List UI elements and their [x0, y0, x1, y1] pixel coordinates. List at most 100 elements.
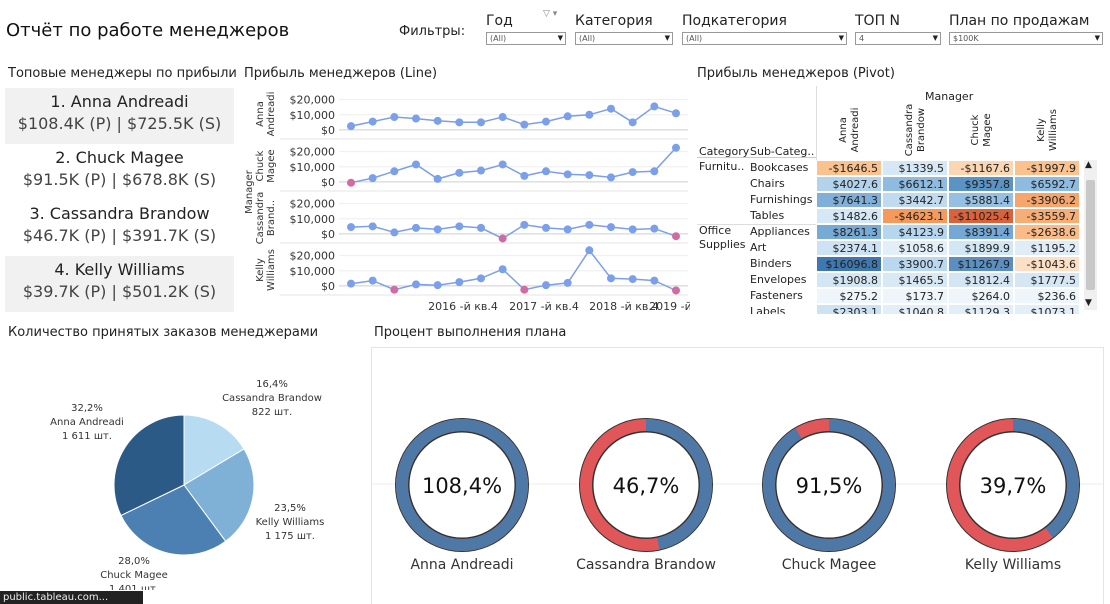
pivot-cell[interactable]: -$1167.6 — [948, 160, 1014, 176]
subcategory-label: Bookcases — [750, 161, 809, 174]
pivot-cell[interactable]: $173.7 — [882, 288, 948, 304]
data-point — [390, 228, 399, 237]
pivot-scroll-thumb[interactable] — [1086, 180, 1095, 290]
pivot-cell[interactable]: $236.6 — [1014, 288, 1080, 304]
top-managers-title: Топовые менеджеры по прибыли — [8, 66, 237, 81]
manager-values: $108.4K (P) | $725.5K (S) — [17, 114, 222, 133]
filter-category-label: Категория — [575, 13, 653, 29]
pivot-cell[interactable]: $16096.8 — [816, 256, 882, 272]
filter-subcategory-select[interactable]: (All) ▼ — [682, 32, 847, 45]
scroll-up-icon[interactable]: ▲ — [1085, 160, 1092, 170]
pivot-cell[interactable]: -$1997.9 — [1014, 160, 1080, 176]
data-point — [563, 112, 572, 121]
data-point — [672, 232, 680, 241]
pivot-cell[interactable]: $1195.2 — [1014, 240, 1080, 256]
filter-topn-label: ТОП N — [855, 13, 901, 29]
pivot-cell[interactable]: $275.2 — [816, 288, 882, 304]
data-point — [520, 285, 529, 294]
pivot-cell[interactable]: -$2638.6 — [1014, 224, 1080, 240]
pivot-cell[interactable]: $1899.9 — [948, 240, 1014, 256]
pivot-cell[interactable]: $2374.1 — [816, 240, 882, 256]
filter-topn-select[interactable]: 4 ▼ — [855, 32, 941, 45]
pivot-cell[interactable]: $6612.1 — [882, 176, 948, 192]
pivot-cell[interactable]: -$1646.5 — [816, 160, 882, 176]
pivot-cell[interactable]: -$1043.6 — [1014, 256, 1080, 272]
pie-label: 822 шт. — [252, 407, 292, 418]
data-point — [433, 174, 442, 183]
row-label: AnnaAndreadi — [255, 92, 277, 137]
data-point — [607, 104, 615, 113]
data-point — [542, 223, 550, 232]
filter-category-select[interactable]: (All) ▼ — [575, 32, 673, 45]
pivot-cell[interactable]: $1482.6 — [816, 208, 882, 224]
column-header-line: Anna — [838, 117, 849, 143]
filters-label: Фильтры: — [399, 24, 466, 39]
pivot-cell[interactable]: -$3559.7 — [1014, 208, 1080, 224]
column-header-line: Williams — [1048, 109, 1059, 151]
manager-card: 3. Cassandra Brandow $46.7K (P) | $391.7… — [5, 200, 234, 256]
pivot-cell[interactable]: $1908.8 — [816, 272, 882, 288]
subcategory-label: Chairs — [750, 177, 785, 190]
data-point — [607, 223, 615, 232]
pivot-cell[interactable]: $1058.6 — [882, 240, 948, 256]
data-point — [368, 117, 377, 126]
pivot-table[interactable]: Manager Anna Andreadi Cassandra Brandow Chuck… — [697, 86, 1097, 314]
line-chart[interactable]: Manager AnnaAndreadi $20,000 $10,000 $0 Chuck… — [240, 84, 690, 314]
pie-label: Chuck Magee — [100, 570, 168, 581]
subcategory-label: Art — [750, 241, 767, 254]
data-point — [628, 118, 637, 127]
pivot-cell[interactable]: $1040.8 — [882, 304, 948, 314]
pivot-cell[interactable]: $1073.1 — [1014, 304, 1080, 314]
filter-plan-label: План по продажам — [949, 13, 1090, 29]
pie-label: Kelly Williams — [256, 517, 325, 528]
pivot-cell[interactable]: $4027.6 — [816, 176, 882, 192]
data-point — [433, 281, 442, 290]
row-label-line: Williams — [266, 249, 277, 291]
filter-year-label: Год — [486, 13, 513, 29]
gauge-name: Cassandra Brandow — [576, 557, 716, 573]
data-point — [477, 118, 485, 127]
pivot-cell[interactable]: $1339.5 — [882, 160, 948, 176]
pivot-cell[interactable]: $6592.7 — [1014, 176, 1080, 192]
column-header-line: Magee — [982, 113, 993, 147]
pivot-cell[interactable]: $2303.1 — [816, 304, 882, 314]
pivot-cell[interactable]: -$11025.4 — [948, 208, 1014, 224]
pivot-cell[interactable]: $5881.4 — [948, 192, 1014, 208]
pivot-cell[interactable]: -$4623.1 — [882, 208, 948, 224]
pivot-cell[interactable]: $1129.3 — [948, 304, 1014, 314]
pivot-cell[interactable]: $3442.7 — [882, 192, 948, 208]
header-rule — [697, 157, 816, 158]
row-label-line: Brand.. — [266, 200, 277, 236]
data-point — [585, 110, 594, 119]
pivot-cell[interactable]: $8261.3 — [816, 224, 882, 240]
pivot-cell[interactable]: $1777.5 — [1014, 272, 1080, 288]
data-point — [390, 113, 399, 122]
manager-values: $39.7K (P) | $501.2K (S) — [22, 282, 217, 301]
chevron-down-icon: ▼ — [932, 34, 938, 42]
data-point — [368, 276, 377, 285]
pivot-cell[interactable]: $7641.3 — [816, 192, 882, 208]
scroll-down-icon[interactable]: ▼ — [1085, 298, 1092, 308]
pivot-scrollbar[interactable] — [1084, 160, 1097, 310]
column-header: Chuck Magee — [970, 100, 994, 160]
y-tick-label: $0 — [321, 124, 335, 137]
pivot-cell[interactable]: -$3906.2 — [1014, 192, 1080, 208]
row-label-line: Andreadi — [266, 92, 277, 137]
pivot-cell[interactable]: $1812.4 — [948, 272, 1014, 288]
pie-chart[interactable]: 16,4% Cassandra Brandow 822 шт. 32,2% Anna A… — [0, 345, 360, 590]
pivot-cell[interactable]: $1465.5 — [882, 272, 948, 288]
pivot-cell[interactable]: $264.0 — [948, 288, 1014, 304]
pivot-cell[interactable]: $11267.9 — [948, 256, 1014, 272]
sort-icon[interactable]: ▽ ▾ — [543, 9, 557, 19]
pivot-cell[interactable]: $4123.9 — [882, 224, 948, 240]
filter-year-select[interactable]: (All) ▼ — [486, 32, 566, 45]
pivot-cell[interactable]: $9357.8 — [948, 176, 1014, 192]
pivot-cell[interactable]: $8391.4 — [948, 224, 1014, 240]
pivot-cell[interactable]: $3900.7 — [882, 256, 948, 272]
y-tick-label: $0 — [321, 176, 335, 189]
row-label-line: Anna — [255, 101, 266, 127]
filter-plan-select[interactable]: $100K ▼ — [949, 32, 1103, 45]
x-tick-label: 2016 -й кв.4 — [428, 300, 498, 313]
subcategory-label: Furnishings — [750, 193, 813, 206]
data-point — [607, 173, 615, 182]
